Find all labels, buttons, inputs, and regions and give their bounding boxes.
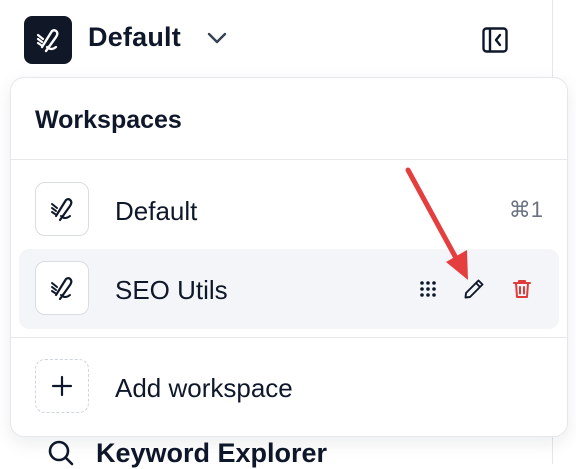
add-workspace-label: Add workspace [115,373,293,403]
divider [11,337,567,338]
add-workspace-icon-box [35,359,89,413]
drag-handle[interactable] [414,275,442,303]
pen-logo-icon [51,198,73,222]
dropdown-title: Workspaces [35,106,182,134]
pen-logo-icon [51,277,73,301]
shortcut-hint: ⌘1 [508,197,543,222]
edit-workspace-button[interactable] [460,275,488,303]
workspace-label: Default [115,196,198,226]
topbar: Default [0,0,552,84]
sidebar-item-keyword-explorer[interactable]: Keyword Explorer [96,438,327,469]
collapse-sidebar-button[interactable] [480,25,510,55]
app-logo [24,16,72,64]
workspace-label: SEO Utils [115,275,228,305]
pencil-icon [464,279,484,299]
sidebar-collapse-icon [482,27,508,53]
plus-icon [51,375,73,397]
workspace-switcher-label[interactable]: Default [88,22,181,53]
drag-handle-icon [420,281,436,297]
divider [11,159,567,160]
workspace-icon [35,182,89,236]
workspace-icon [35,261,89,315]
delete-workspace-button[interactable] [508,275,536,303]
workspace-item-seo-utils[interactable]: SEO Utils [19,249,559,329]
trash-icon [513,280,531,298]
workspace-dropdown: Workspaces Default ⌘1 SEO Utils Add work… [10,77,568,437]
pen-logo-icon [36,29,59,53]
add-workspace-button[interactable]: Add workspace [19,347,559,427]
workspace-item-default[interactable]: Default ⌘1 [19,170,559,250]
chevron-down-icon[interactable] [206,30,228,46]
